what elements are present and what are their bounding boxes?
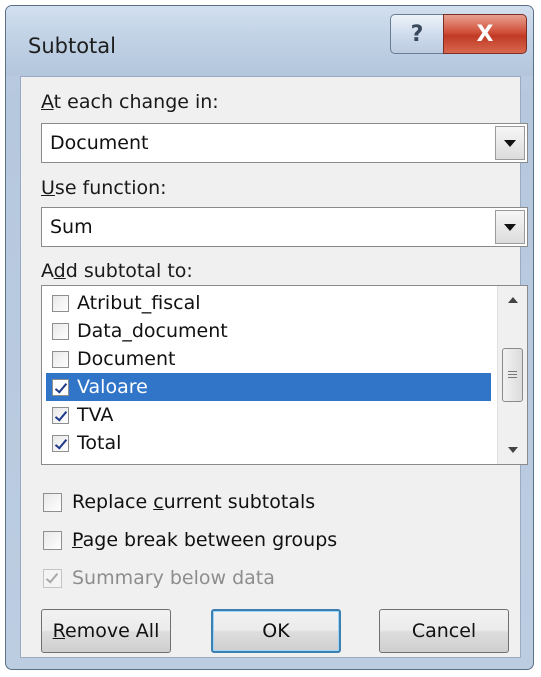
list-item[interactable]: TVA <box>46 401 491 429</box>
chevron-up-icon <box>507 297 518 303</box>
checkbox-checked[interactable] <box>52 406 69 424</box>
list-item-selected[interactable]: Valoare <box>46 373 491 401</box>
use-function-label: Use function: <box>41 177 167 199</box>
checkbox[interactable] <box>52 350 69 368</box>
list-scrollbar[interactable] <box>497 286 527 464</box>
add-subtotal-label: Add subtotal to: <box>41 260 193 282</box>
at-each-change-label: At each change in: <box>41 91 219 113</box>
at-each-change-value: Document <box>50 132 149 154</box>
scroll-down-button[interactable] <box>498 436 527 464</box>
close-button[interactable]: X <box>443 14 527 54</box>
list-item[interactable]: Total <box>46 429 491 457</box>
help-icon: ? <box>410 21 424 47</box>
title-bar[interactable]: Subtotal ? X <box>6 6 533 76</box>
dropdown-button[interactable] <box>495 126 525 160</box>
scroll-up-button[interactable] <box>498 286 527 314</box>
list-item[interactable]: Document <box>46 345 491 373</box>
add-subtotal-list[interactable]: Atribut_fiscal Data_document Document Va… <box>41 285 528 465</box>
ok-button[interactable]: OK <box>211 609 341 653</box>
grip-icon <box>508 370 517 380</box>
chevron-down-icon <box>504 139 516 147</box>
chevron-down-icon <box>507 447 518 453</box>
dialog-title: Subtotal <box>28 34 116 58</box>
summary-below-data-option: Summary below data <box>43 567 275 589</box>
use-function-value: Sum <box>50 216 93 238</box>
dropdown-button[interactable] <box>495 210 525 244</box>
help-button[interactable]: ? <box>390 14 444 54</box>
checkbox[interactable] <box>52 294 69 312</box>
dialog-body: At each change in: Document Use function… <box>20 76 528 658</box>
checkbox-checked[interactable] <box>52 378 69 396</box>
checkbox-checked-disabled <box>43 568 62 588</box>
checkbox[interactable] <box>52 322 69 340</box>
chevron-down-icon <box>504 223 516 231</box>
use-function-dropdown[interactable]: Sum <box>41 207 528 247</box>
list-item[interactable]: Data_document <box>46 317 491 345</box>
remove-all-button[interactable]: Remove All <box>41 609 171 653</box>
checkbox[interactable] <box>43 492 62 512</box>
checkbox-checked[interactable] <box>52 434 69 452</box>
list-item[interactable]: Atribut_fiscal <box>46 289 491 317</box>
replace-current-subtotals-option[interactable]: Replace current subtotals <box>43 491 315 513</box>
cancel-button[interactable]: Cancel <box>379 609 509 653</box>
subtotal-dialog: Subtotal ? X At each change in: Document… <box>5 5 534 670</box>
page-break-option[interactable]: Page break between groups <box>43 529 337 551</box>
at-each-change-dropdown[interactable]: Document <box>41 123 528 163</box>
scroll-thumb[interactable] <box>502 348 523 402</box>
checkbox[interactable] <box>43 530 62 550</box>
close-icon: X <box>476 21 494 47</box>
